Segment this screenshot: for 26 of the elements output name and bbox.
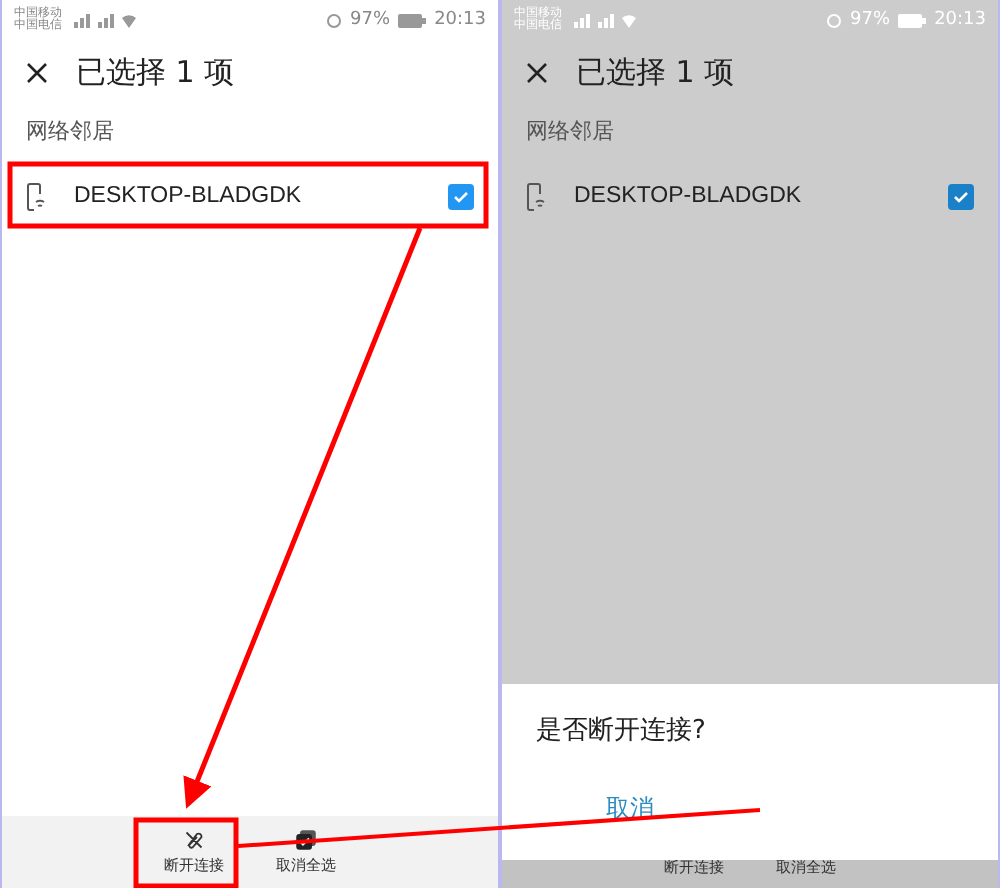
paperclip-icon [183,828,205,850]
section-label: 网络邻居 [524,116,616,148]
selection-title: 已选择 1 项 [576,53,735,91]
close-icon[interactable] [526,61,548,83]
checkbox[interactable] [448,183,474,209]
close-icon[interactable] [26,61,48,83]
checkbox[interactable] [948,183,974,209]
signal-icon [570,12,638,28]
alarm-icon [826,12,843,28]
alarm-icon [326,12,343,28]
signal-icon [70,12,138,28]
selection-title: 已选择 1 项 [76,53,235,91]
phone-wifi-icon [526,181,546,211]
checkmark-icon [452,187,470,205]
device-name: DESKTOP-BLADGDK [574,184,804,208]
section-label: 网络邻居 [24,116,116,148]
dialog-title: 是否断开连接? [536,714,708,748]
battery-icon [398,13,427,27]
device-name: DESKTOP-BLADGDK [74,184,304,208]
checkmark-icon [952,187,970,205]
clock-time: 20:13 [434,10,486,30]
highlight-frame [133,817,239,888]
checkbox-icon [295,828,317,850]
battery-percent: 97% [350,10,391,30]
phone-wifi-icon [26,181,46,211]
battery-icon [898,13,927,27]
